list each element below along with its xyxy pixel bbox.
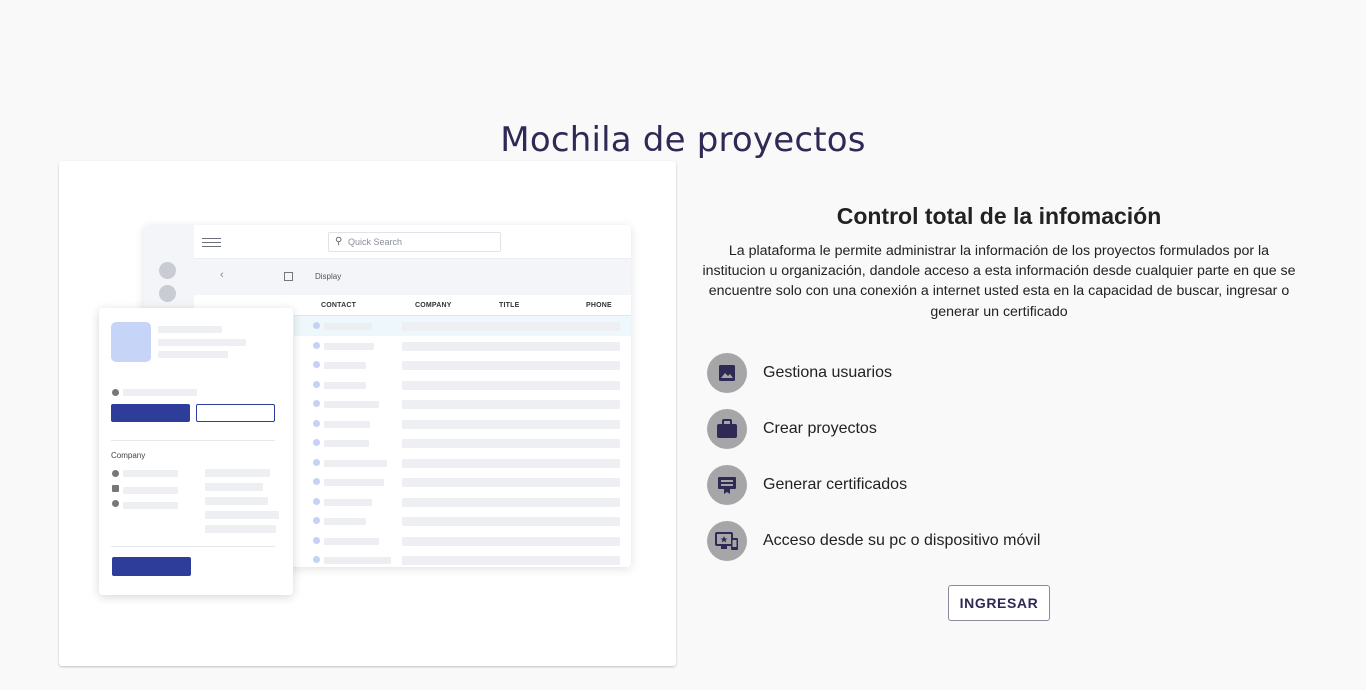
mockup-save-button	[112, 557, 191, 576]
mockup-search-box: ⚲ Quick Search	[328, 232, 501, 252]
table-row	[294, 511, 631, 531]
login-button[interactable]: INGRESAR	[948, 585, 1050, 621]
mockup-search-placeholder: Quick Search	[348, 237, 403, 247]
mockup-nav-dot	[159, 285, 176, 302]
avatar	[111, 322, 151, 362]
devices-icon	[707, 521, 747, 561]
briefcase-icon	[707, 409, 747, 449]
mockup-column-header: CONTACT	[321, 302, 357, 309]
feature-label: Acceso desde su pc o dispositivo móvil	[763, 532, 1041, 549]
mockup-table-header: CONTACT COMPANY TITLE PHONE	[294, 295, 631, 316]
feature-item-certificates: Generar certificados	[707, 465, 1267, 505]
mockup-company-label: Company	[111, 451, 146, 460]
building-icon	[112, 485, 119, 492]
profile-mockup: Company	[99, 308, 293, 595]
mockup-toolbar: ‹ Display	[194, 259, 631, 295]
feature-item-devices: Acceso desde su pc o dispositivo móvil	[707, 521, 1267, 561]
section-description: La plataforma le permite administrar la …	[702, 243, 1296, 320]
mockup-secondary-button	[196, 404, 275, 422]
table-row	[294, 355, 631, 375]
chevron-left-icon: ‹	[220, 269, 224, 281]
table-row	[294, 414, 631, 434]
mockup-column-header: COMPANY	[415, 302, 452, 309]
table-row	[294, 550, 631, 567]
table-row	[294, 316, 631, 336]
image-icon	[707, 353, 747, 393]
illustration-card: ⚲ Quick Search ‹ Display CONTACT COMPANY…	[59, 161, 676, 666]
mockup-column-header: TITLE	[499, 302, 520, 309]
mockup-nav-dot	[159, 262, 176, 279]
mockup-display-label: Display	[315, 272, 342, 281]
feature-item-projects: Crear proyectos	[707, 409, 1267, 449]
table-row	[294, 472, 631, 492]
page-title: Mochila de proyectos	[500, 120, 866, 160]
mockup-topbar: ⚲ Quick Search	[194, 225, 631, 259]
feature-label: Crear proyectos	[763, 420, 877, 437]
columns-icon	[284, 272, 293, 281]
section-subtitle: Control total de la infomación	[836, 203, 1162, 229]
table-row	[294, 375, 631, 395]
mockup-table-rows	[294, 316, 631, 567]
table-row	[294, 531, 631, 551]
table-row	[294, 336, 631, 356]
mockup-column-header: PHONE	[586, 302, 612, 309]
feature-label: Gestiona usuarios	[763, 364, 892, 381]
table-row	[294, 394, 631, 414]
location-icon	[112, 470, 119, 477]
feature-item-users: Gestiona usuarios	[707, 353, 1267, 393]
globe-icon	[112, 500, 119, 507]
search-icon: ⚲	[335, 236, 343, 247]
table-row	[294, 453, 631, 473]
table-row	[294, 433, 631, 453]
hamburger-icon	[202, 238, 221, 247]
phone-icon	[112, 389, 119, 396]
table-row	[294, 492, 631, 512]
certificate-icon	[707, 465, 747, 505]
mockup-primary-button	[111, 404, 190, 422]
feature-label: Generar certificados	[763, 476, 908, 493]
